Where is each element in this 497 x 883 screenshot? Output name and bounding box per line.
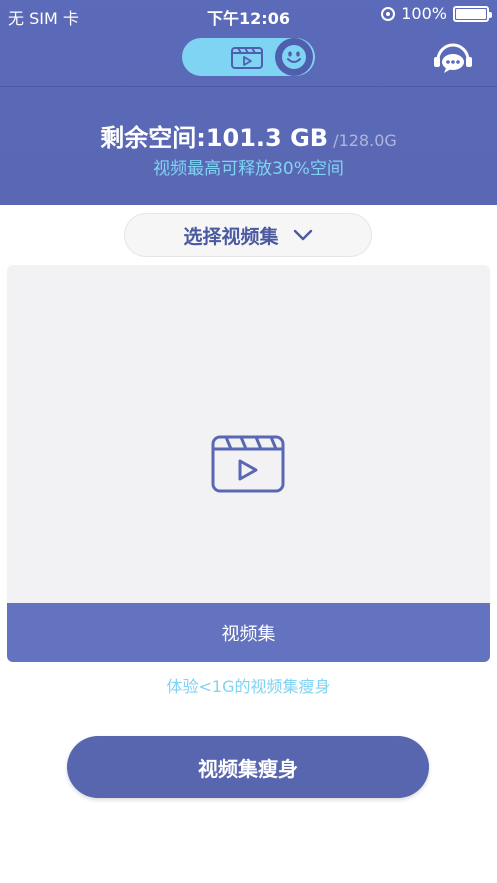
smiley-face-icon[interactable] <box>275 38 313 76</box>
header: 无 SIM 卡 下午12:06 100% 剩余空间:101.3 GB /128.… <box>0 0 497 205</box>
status-bar: 无 SIM 卡 下午12:06 100% <box>0 0 497 30</box>
storage-total: /128.0G <box>333 131 397 150</box>
chevron-down-icon <box>293 229 312 241</box>
select-video-set-button[interactable]: 选择视频集 <box>124 213 372 257</box>
storage-info: 剩余空间:101.3 GB /128.0G <box>0 118 497 153</box>
video-set-card[interactable]: 视频集 <box>7 265 490 662</box>
experience-hint-link[interactable]: 体验<1G的视频集瘦身 <box>0 673 497 697</box>
status-right: 100% <box>381 4 492 23</box>
battery-icon <box>453 5 492 22</box>
video-clapper-icon <box>211 435 285 493</box>
video-clapper-icon[interactable] <box>230 44 264 70</box>
storage-remaining: 剩余空间:101.3 GB <box>100 124 329 152</box>
video-set-footer[interactable]: 视频集 <box>7 603 490 662</box>
battery-percent: 100% <box>401 4 447 23</box>
storage-hint: 视频最高可释放30%空间 <box>153 159 344 179</box>
select-button-label: 选择视频集 <box>183 225 279 248</box>
slim-video-set-button[interactable]: 视频集瘦身 <box>67 736 429 798</box>
header-divider <box>0 86 497 87</box>
headset-chat-icon[interactable] <box>430 40 476 76</box>
mode-toggle[interactable] <box>182 38 315 76</box>
rotation-lock-icon <box>381 6 396 21</box>
